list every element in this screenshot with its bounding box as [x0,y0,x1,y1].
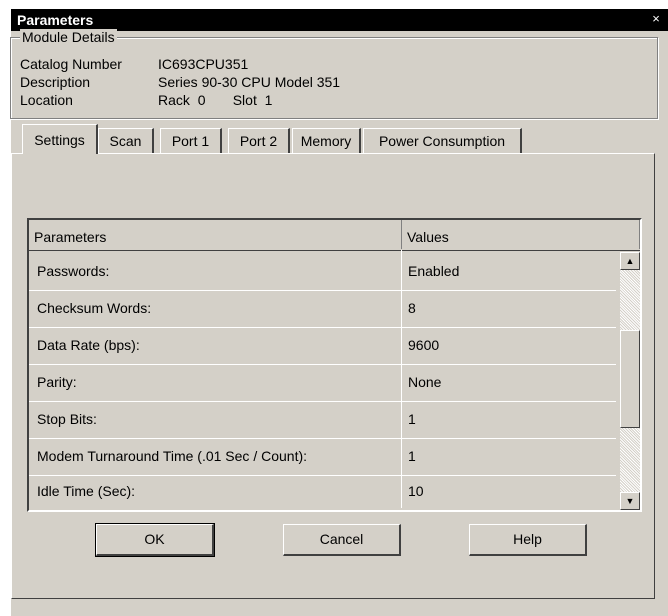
table-row[interactable]: Checksum Words: 8 [29,291,616,328]
scroll-down-icon[interactable]: ▼ [620,492,640,510]
rack-value: 0 [197,92,206,108]
header-parameters[interactable]: Parameters [29,220,402,249]
param-value[interactable]: 1 [408,448,416,464]
module-details-title: Module Details [20,29,117,45]
catalog-number-value: IC693CPU351 [158,56,249,72]
param-name: Idle Time (Sec): [37,483,136,499]
table-row[interactable]: Passwords: Enabled [29,254,616,291]
tab-port-1[interactable]: Port 1 [160,128,222,153]
vertical-scrollbar[interactable]: ▲ ▼ [620,252,640,510]
param-value[interactable]: 9600 [408,337,439,353]
catalog-number-label: Catalog Number [20,56,122,72]
location-value: Rack 0 Slot 1 [158,91,272,109]
param-name: Stop Bits: [37,411,97,427]
param-name: Passwords: [37,263,110,279]
tab-settings[interactable]: Settings [22,124,98,154]
close-icon[interactable]: × [648,12,664,27]
param-value[interactable]: 8 [408,300,416,316]
param-name: Modem Turnaround Time (.01 Sec / Count): [37,448,308,464]
scroll-thumb[interactable] [620,330,640,428]
param-value[interactable]: 1 [408,411,416,427]
description-value: Series 90-30 CPU Model 351 [158,74,341,90]
title-bar[interactable]: Parameters × [11,9,668,31]
column-divider [401,250,402,508]
tab-port-2[interactable]: Port 2 [228,128,290,153]
help-button[interactable]: Help [469,524,587,556]
param-name: Parity: [37,374,77,390]
table-row[interactable]: Stop Bits: 1 [29,402,616,439]
tab-scan[interactable]: Scan [98,128,154,153]
grid-header: Parameters Values [29,220,640,251]
param-name: Checksum Words: [37,300,152,316]
param-value[interactable]: None [408,374,441,390]
cancel-button[interactable]: Cancel [283,524,401,556]
tab-power-consumption[interactable]: Power Consumption [363,128,522,153]
table-row[interactable]: Idle Time (Sec): 10 [29,474,616,511]
header-values[interactable]: Values [402,220,640,249]
table-row[interactable]: Data Rate (bps): 9600 [29,328,616,365]
location-label: Location [20,92,73,108]
parameters-grid[interactable]: Parameters Values Passwords: Enabled Che… [27,218,642,512]
param-value[interactable]: Enabled [408,263,459,279]
window-title: Parameters [17,12,94,28]
param-value[interactable]: 10 [408,483,424,499]
param-name: Data Rate (bps): [37,337,140,353]
rack-label: Rack [158,92,190,108]
ok-button[interactable]: OK [95,523,215,557]
scroll-up-icon[interactable]: ▲ [620,252,640,270]
slot-label: Slot [232,92,257,108]
description-label: Description [20,74,91,90]
tab-memory[interactable]: Memory [292,128,361,153]
table-row[interactable]: Parity: None [29,365,616,402]
location-row: Location Rack 0 Slot 1 [20,91,420,109]
slot-value: 1 [264,92,273,108]
table-row[interactable]: Modem Turnaround Time (.01 Sec / Count):… [29,439,616,476]
